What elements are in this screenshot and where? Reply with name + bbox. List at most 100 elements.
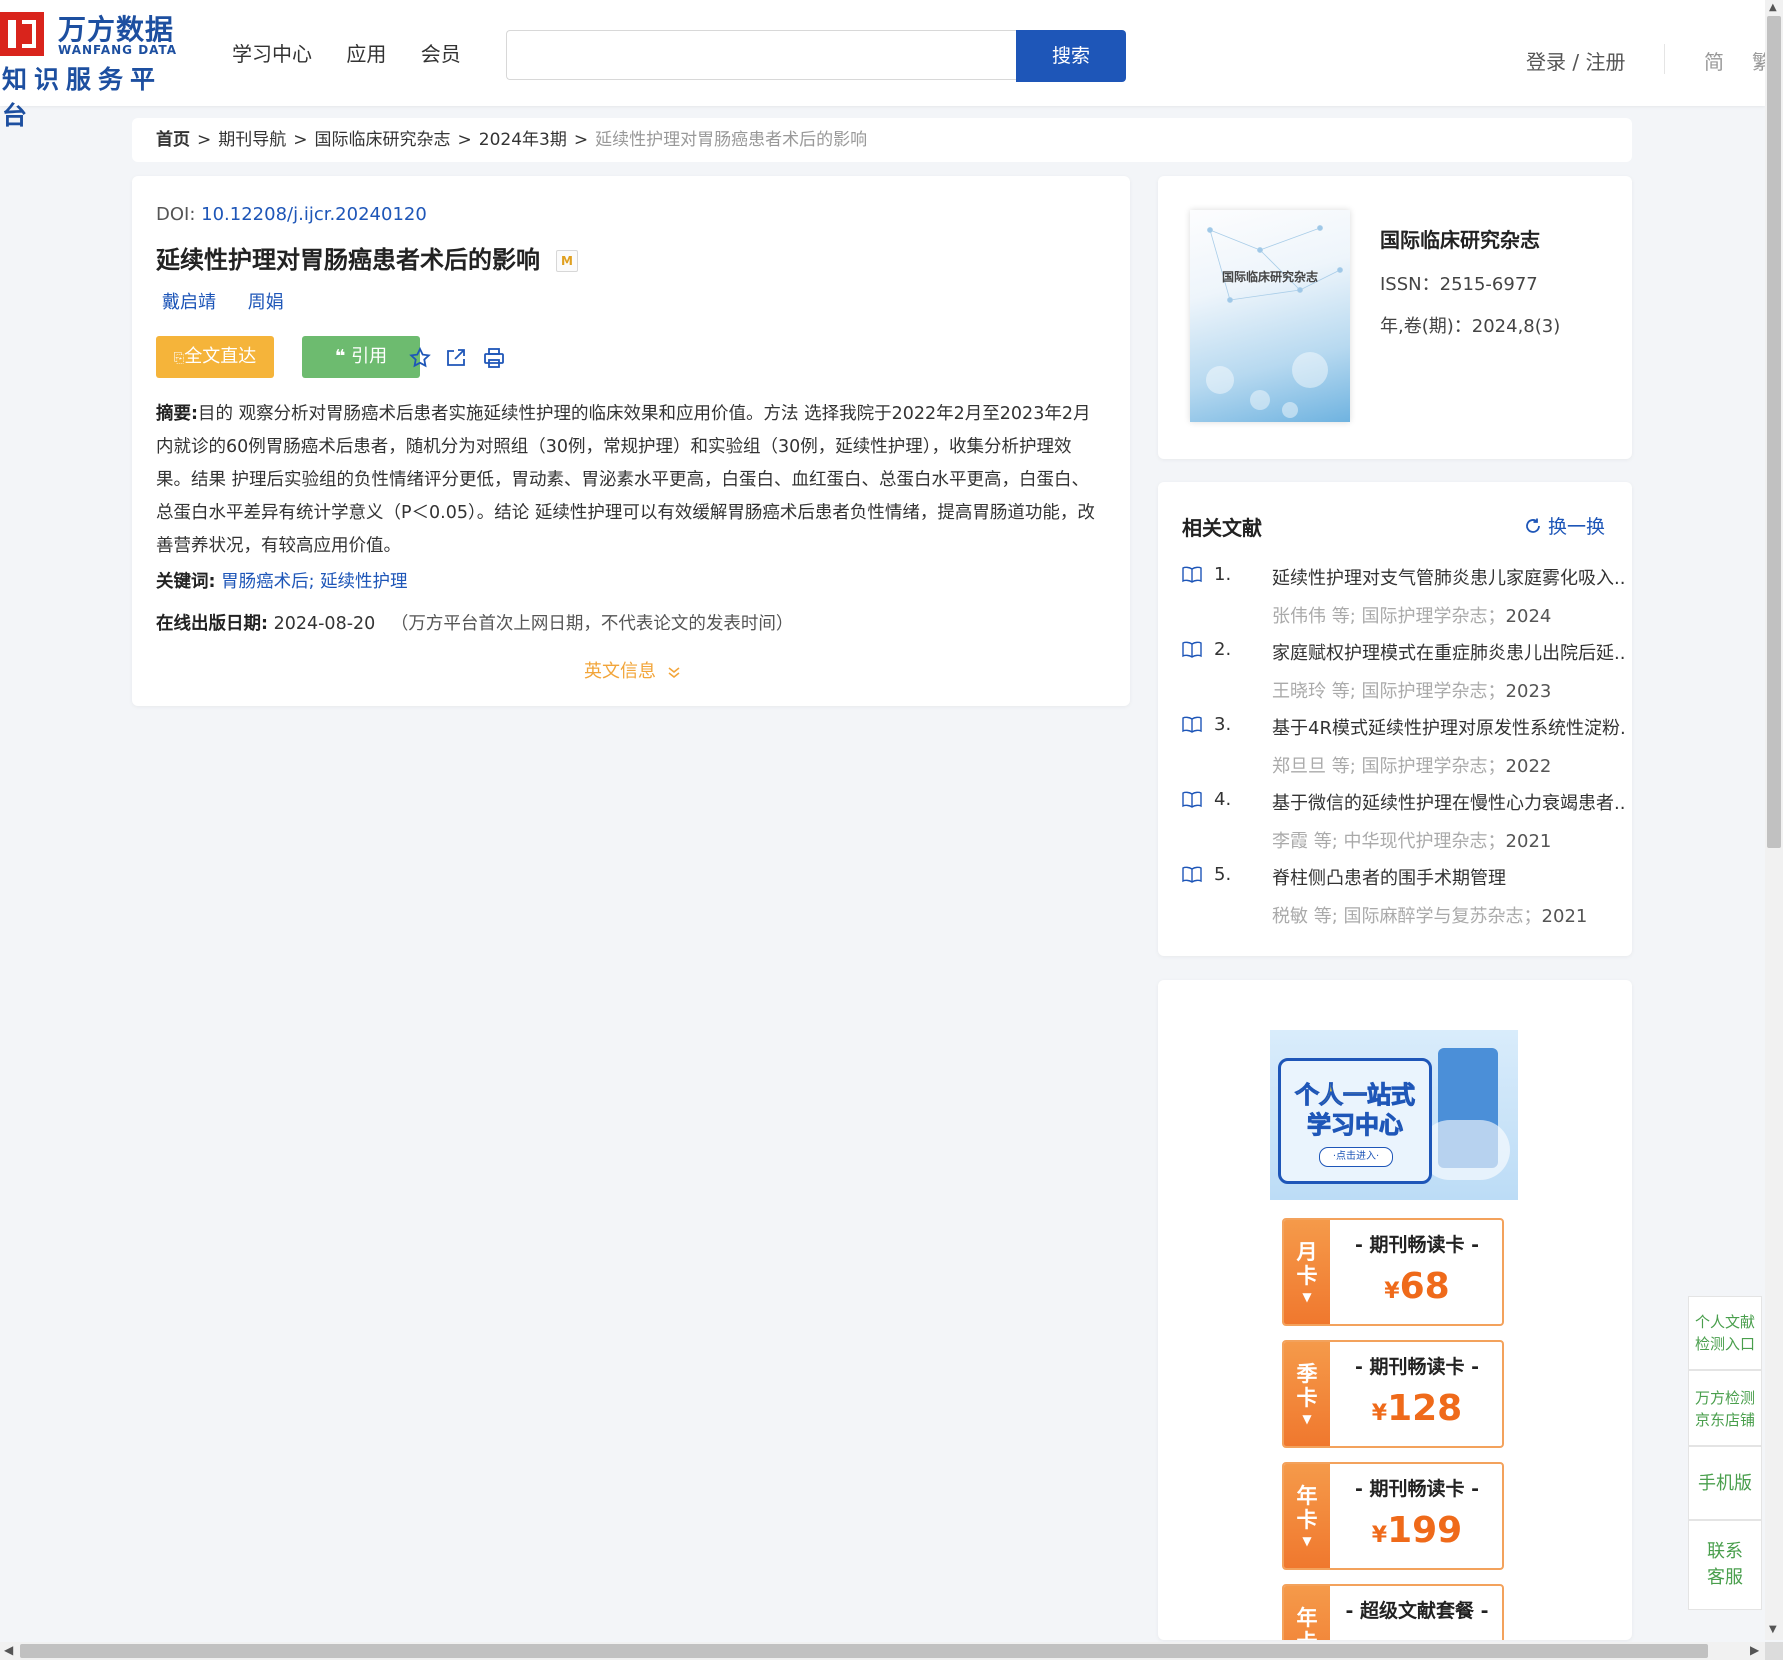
fulltext-button[interactable]: ⎘全文直达 [156, 336, 274, 378]
learning-center-banner[interactable]: 个人一站式 学习中心 ·点击进入· [1270, 1030, 1518, 1200]
scroll-right-arrow-icon[interactable]: ▶ [1750, 1643, 1759, 1657]
price-side-char2: 卡 [1296, 1508, 1318, 1532]
scroll-up-arrow-icon[interactable]: ▲ [1769, 2, 1777, 13]
search-input[interactable] [506, 30, 1016, 80]
keyword-link[interactable]: 延续性护理 [320, 572, 408, 592]
nav-membership[interactable]: 会员 [421, 42, 461, 66]
related-author[interactable]: 王晓玲 [1272, 681, 1326, 702]
float-customer-service[interactable]: 联系 客服 [1688, 1520, 1762, 1610]
share-icon[interactable] [444, 346, 468, 370]
search-button[interactable]: 搜索 [1016, 30, 1126, 82]
journal-cover-image[interactable]: 国际临床研究杂志 [1190, 210, 1350, 422]
breadcrumb-current: 延续性护理对胃肠癌患者术后的影响 [595, 130, 868, 150]
breadcrumb-sep: > [197, 130, 212, 150]
related-title-link[interactable]: 基于4R模式延续性护理对原发性系统性淀粉... [1272, 714, 1626, 740]
main-nav: 学习中心 应用 会员 [232, 38, 489, 67]
nav-apps[interactable]: 应用 [346, 42, 386, 66]
float-mobile-version[interactable]: 手机版 [1688, 1446, 1762, 1520]
related-num: 4. [1214, 789, 1232, 810]
price-side-char2: 卡 [1296, 1264, 1318, 1288]
cite-button[interactable]: ❝ 引用 [302, 336, 420, 378]
banner-enter-button[interactable]: ·点击进入· [1319, 1147, 1393, 1167]
horizontal-scroll-thumb[interactable] [20, 1644, 1708, 1658]
related-author[interactable]: 郑旦旦 [1272, 756, 1326, 777]
keyword-link[interactable]: 胃肠癌术后 [221, 572, 309, 592]
related-author[interactable]: 税敏 [1272, 906, 1308, 927]
print-icon[interactable] [482, 346, 506, 370]
related-deng: 等; [1313, 831, 1338, 852]
breadcrumb-home[interactable]: 首页 [156, 130, 190, 150]
refresh-label: 换一换 [1548, 516, 1606, 538]
related-journal[interactable]: 国际麻醉学与复苏杂志； [1344, 906, 1542, 927]
related-num: 2. [1214, 639, 1232, 660]
fulltext-icon: ⎘ [173, 351, 185, 366]
book-icon [1182, 716, 1202, 733]
refresh-icon [1526, 518, 1540, 533]
price-card-super-package[interactable]: 年 卡 - 超级文献套餐 - [1282, 1584, 1504, 1640]
related-journal[interactable]: 中华现代护理杂志； [1344, 831, 1506, 852]
float-item1-line1: 个人文献 [1694, 1313, 1755, 1331]
fulltext-label: 全文直达 [184, 346, 257, 367]
scroll-left-arrow-icon[interactable]: ◀ [4, 1643, 13, 1657]
related-title-link[interactable]: 延续性护理对支气管肺炎患儿家庭雾化吸入... [1272, 564, 1626, 590]
doi-link[interactable]: 10.12208/j.ijcr.20240120 [201, 204, 427, 225]
related-year: 2021 [1541, 906, 1588, 927]
price-card-yearly[interactable]: 年 卡 ▼ - 期刊畅读卡 - ¥199 [1282, 1462, 1504, 1570]
float-item1-line2: 检测入口 [1694, 1335, 1755, 1353]
author-link[interactable]: 戴启靖 [162, 292, 216, 313]
float-jd-store[interactable]: 万方检测 京东店铺 [1688, 1370, 1762, 1446]
online-date: 在线出版日期: 2024-08-20 （万方平台首次上网日期，不代表论文的发表时… [156, 610, 793, 635]
breadcrumb-journal[interactable]: 国际临床研究杂志 [315, 130, 451, 150]
related-author[interactable]: 李霞 [1272, 831, 1308, 852]
refresh-button[interactable]: 换一换 [1524, 512, 1605, 539]
related-year: 2021 [1505, 831, 1552, 852]
author-list: 戴启靖 周娟 [162, 288, 310, 314]
english-info-toggle[interactable]: 英文信息 [584, 657, 682, 683]
price-card-price: ¥199 [1330, 1510, 1502, 1551]
wanfang-logo[interactable]: 万方数据 WANFANG DATA 知识服务平台 [0, 8, 190, 130]
related-num: 3. [1214, 714, 1232, 735]
article-card: DOI: 10.12208/j.ijcr.20240120 延续性护理对胃肠癌患… [132, 176, 1130, 706]
double-chevron-down-icon: ▼ [1302, 1534, 1312, 1548]
related-num: 5. [1214, 864, 1232, 885]
journal-name[interactable]: 国际临床研究杂志 [1380, 224, 1540, 253]
price-card-price: ¥128 [1330, 1388, 1502, 1429]
nav-learning-center[interactable]: 学习中心 [232, 42, 312, 66]
breadcrumb-journal-nav[interactable]: 期刊导航 [218, 130, 286, 150]
lang-traditional[interactable]: 繁 [1752, 46, 1765, 75]
related-journal[interactable]: 国际护理学杂志； [1362, 606, 1506, 627]
book-icon [1182, 791, 1202, 808]
scroll-down-arrow-icon[interactable]: ▼ [1769, 1624, 1777, 1635]
vertical-scroll-thumb[interactable] [1767, 16, 1781, 848]
doi-label: DOI: [156, 204, 196, 225]
lang-simplified[interactable]: 简 [1704, 46, 1724, 75]
header-divider [1664, 44, 1665, 74]
logo-cn-text: 万方数据 [58, 13, 175, 46]
cover-title: 国际临床研究杂志 [1221, 270, 1318, 284]
double-chevron-down-icon: ▼ [1302, 1290, 1312, 1304]
login-register-link[interactable]: 登录 / 注册 [1526, 46, 1625, 75]
float-item2-line1: 万方检测 [1694, 1389, 1755, 1407]
related-deng: 等; [1331, 606, 1356, 627]
star-icon[interactable] [408, 346, 432, 370]
price-card-quarterly[interactable]: 季 卡 ▼ - 期刊畅读卡 - ¥128 [1282, 1340, 1504, 1448]
yen-sign: ¥ [1371, 1401, 1388, 1426]
doi-line: DOI: 10.12208/j.ijcr.20240120 [156, 204, 427, 225]
price-card-monthly[interactable]: 月 卡 ▼ - 期刊畅读卡 - ¥68 [1282, 1218, 1504, 1326]
m-badge-icon[interactable]: M [556, 250, 578, 272]
related-journal[interactable]: 国际护理学杂志； [1362, 681, 1506, 702]
related-author[interactable]: 张伟伟 [1272, 606, 1326, 627]
related-title-link[interactable]: 基于微信的延续性护理在慢性心力衰竭患者... [1272, 789, 1626, 815]
related-title-link[interactable]: 家庭赋权护理模式在重症肺炎患儿出院后延... [1272, 639, 1626, 665]
breadcrumb-issue[interactable]: 2024年3期 [479, 130, 567, 150]
price-value: 128 [1387, 1388, 1463, 1429]
related-title-link[interactable]: 脊柱侧凸患者的围手术期管理 [1272, 864, 1626, 890]
related-deng: 等; [1331, 756, 1356, 777]
related-journal[interactable]: 国际护理学杂志； [1362, 756, 1506, 777]
related-year: 2022 [1505, 756, 1552, 777]
float-plagiarism-check[interactable]: 个人文献 检测入口 [1688, 1296, 1762, 1370]
breadcrumb-sep: > [573, 130, 589, 150]
journal-card: 国际临床研究杂志 国际临床研究杂志 ISSN：2515-6977 年,卷(期)：… [1158, 176, 1632, 459]
price-card-name: - 超级文献套餐 - [1345, 1600, 1489, 1622]
author-link[interactable]: 周娟 [248, 292, 284, 313]
